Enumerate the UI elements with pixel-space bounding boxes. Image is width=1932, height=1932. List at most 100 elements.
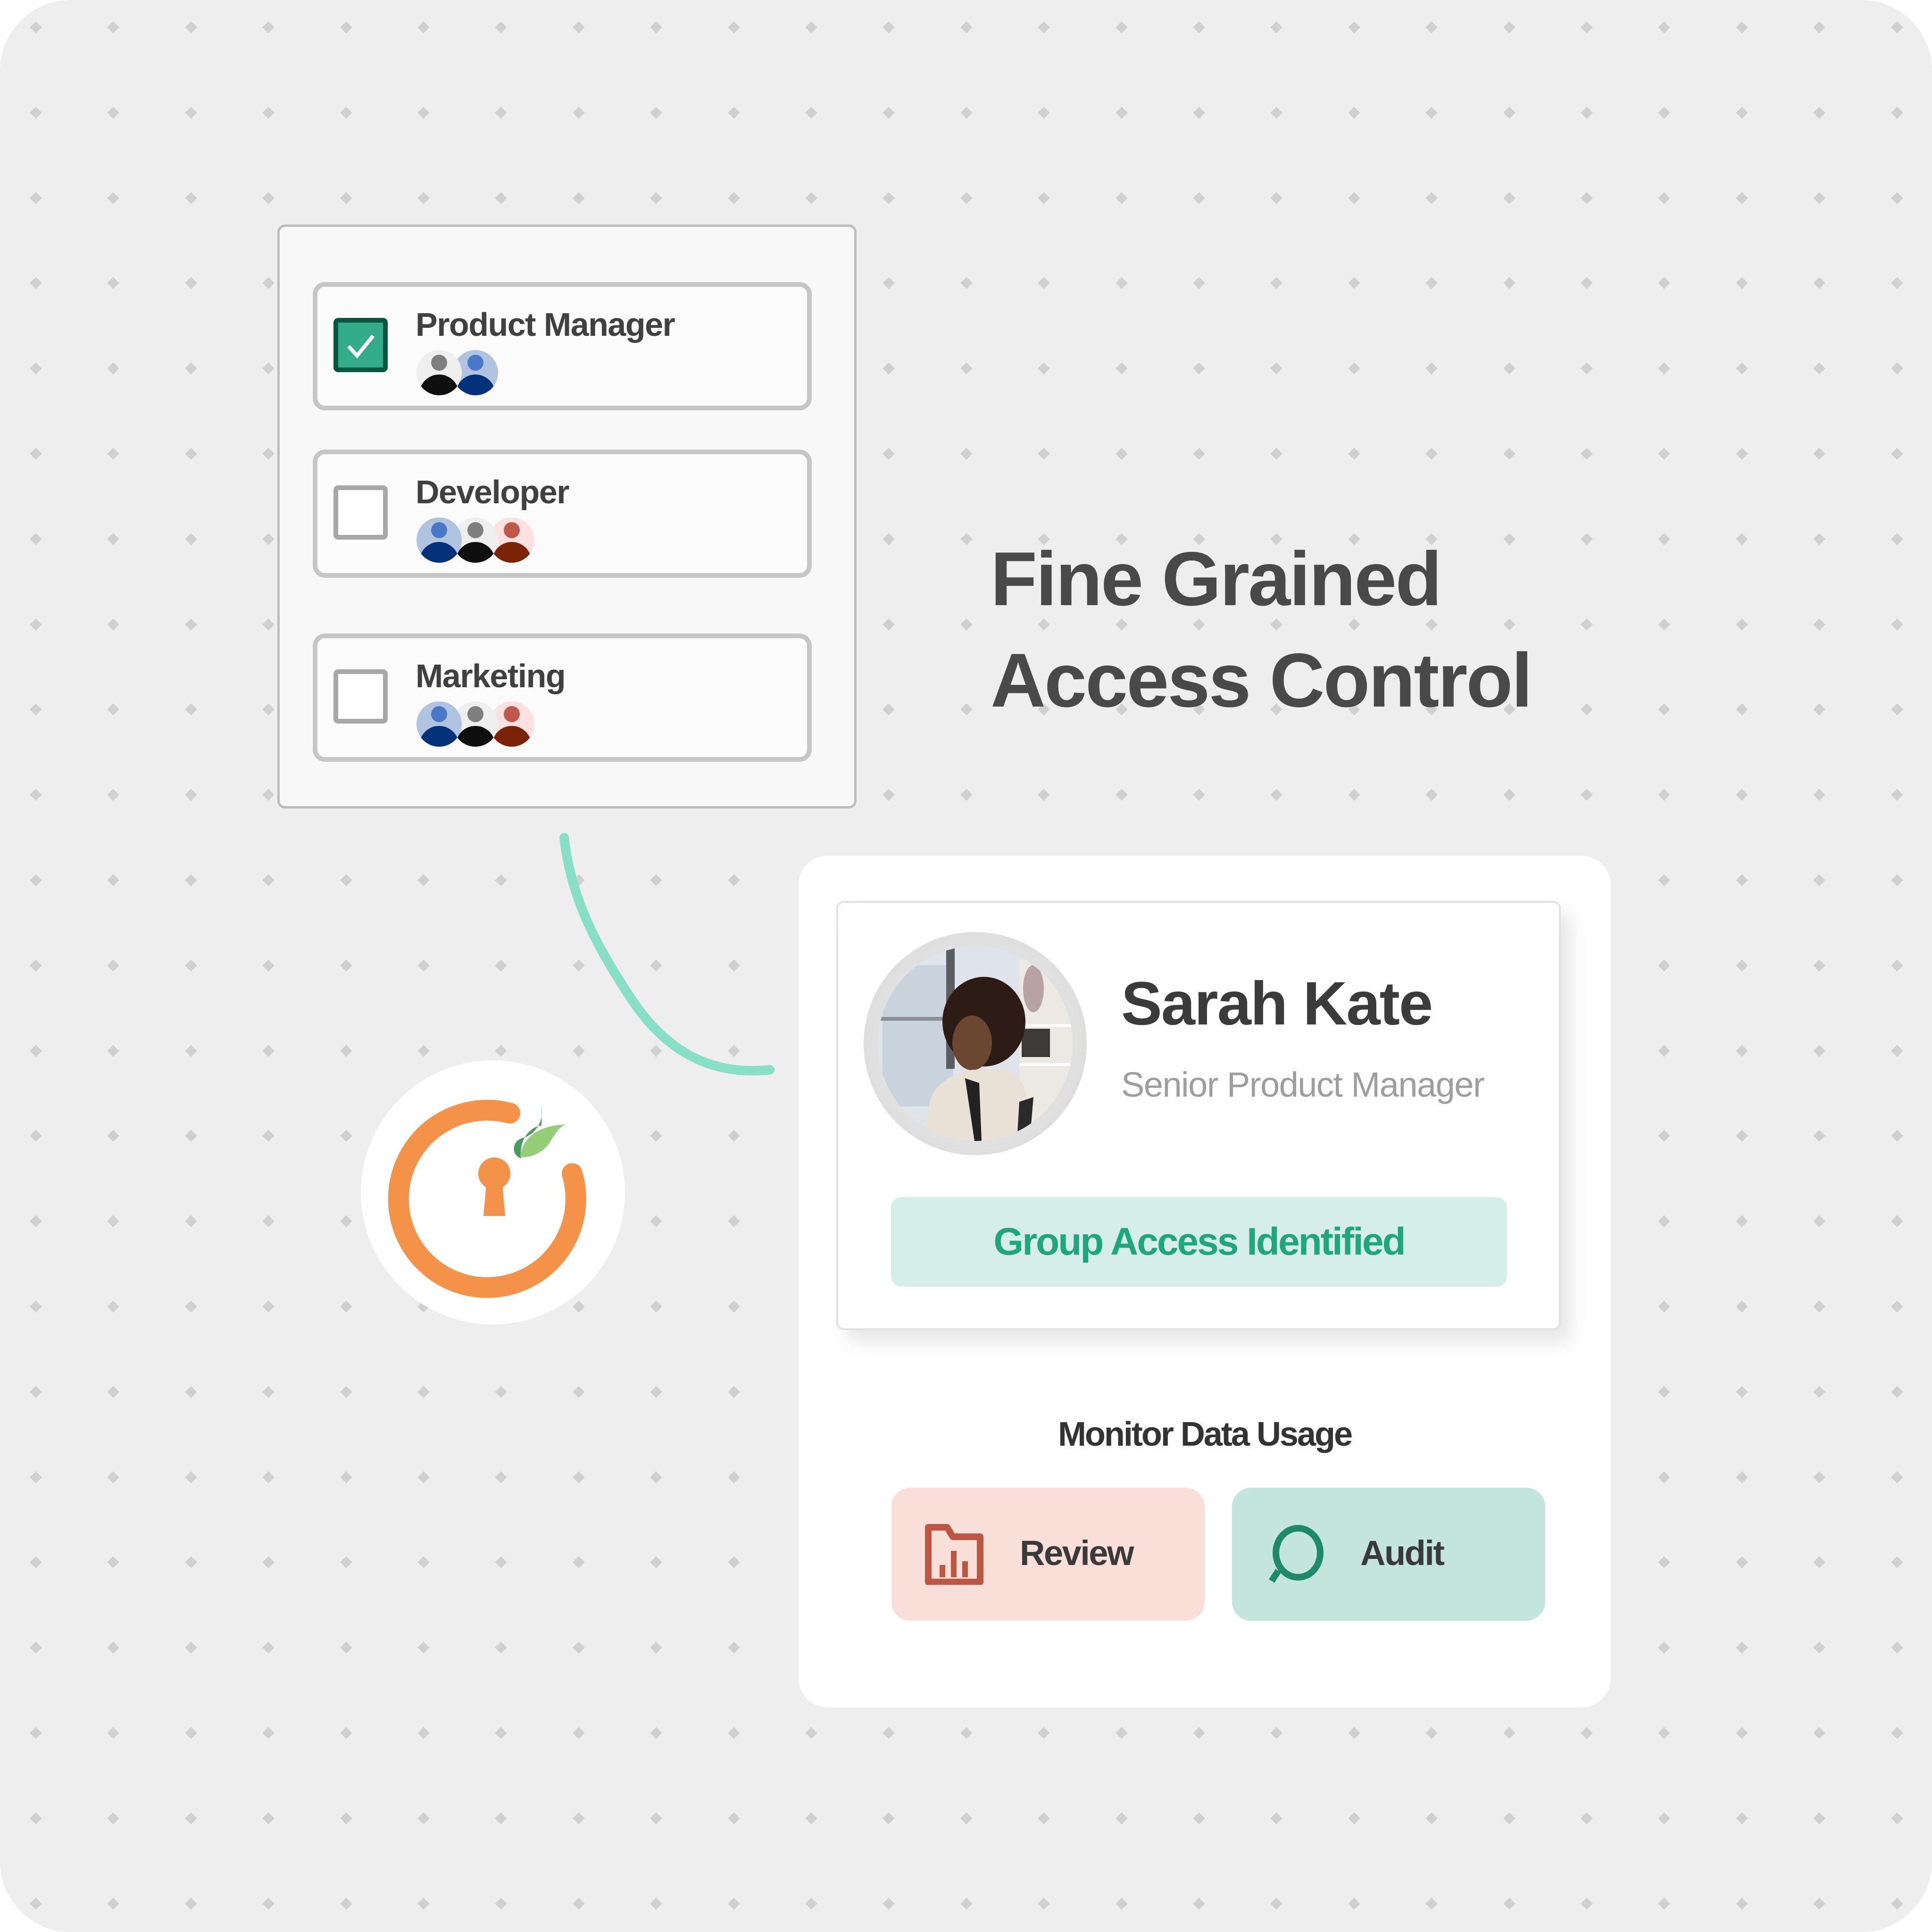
grid-dot (1503, 277, 1516, 290)
grid-dot (1890, 448, 1903, 460)
avatar (864, 932, 1087, 1155)
grid-dot (883, 362, 895, 375)
grid-dot (417, 192, 430, 204)
member-avatar-icon (416, 701, 462, 747)
grid-dot (1736, 959, 1748, 972)
grid-dot (30, 1044, 42, 1057)
grid-dot (650, 1300, 662, 1313)
grid-dot (1890, 1897, 1903, 1910)
grid-dot (495, 1556, 508, 1569)
grid-dot (1736, 192, 1748, 204)
grid-dot (1581, 1727, 1593, 1739)
grid-dot (495, 1812, 508, 1824)
grid-dot (1813, 362, 1825, 375)
grid-dot (262, 1300, 275, 1313)
grid-dot (1658, 448, 1671, 460)
grid-dot (727, 107, 740, 119)
grid-dot (262, 618, 275, 631)
grid-dot (417, 107, 430, 119)
grid-dot (1425, 362, 1438, 375)
grid-dot (340, 1471, 352, 1483)
hero-title: Fine Grained Access Control (991, 528, 1532, 731)
grid-dot (1658, 192, 1671, 204)
grid-dot (185, 618, 197, 631)
grid-dot (1115, 362, 1128, 375)
grid-dot (185, 107, 197, 119)
role-item-marketing[interactable]: Marketing (313, 633, 812, 762)
grid-dot (495, 107, 508, 119)
grid-dot (1115, 277, 1128, 290)
grid-dot (107, 703, 120, 716)
grid-dot (417, 1471, 430, 1483)
grid-dot (1658, 1386, 1671, 1398)
grid-dot (1581, 107, 1593, 119)
grid-dot (30, 959, 42, 972)
grid-dot (1581, 362, 1593, 375)
grid-dot (573, 1044, 585, 1057)
grid-dot (1115, 1727, 1128, 1739)
grid-dot (185, 1130, 197, 1142)
grid-dot (960, 1897, 973, 1910)
grid-dot (1736, 1556, 1748, 1569)
avatar-body (492, 726, 532, 747)
grid-dot (1425, 1897, 1438, 1910)
grid-dot (960, 362, 973, 375)
review-button[interactable]: Review (891, 1488, 1205, 1621)
person-photo-icon (878, 946, 1073, 1141)
grid-dot (1736, 874, 1748, 886)
grid-dot (727, 959, 740, 972)
grid-dot (107, 874, 120, 886)
grid-dot (883, 192, 895, 204)
grid-dot (107, 1641, 120, 1654)
grid-dot (1348, 448, 1360, 460)
audit-button[interactable]: Audit (1232, 1488, 1545, 1621)
role-item-developer[interactable]: Developer (313, 450, 812, 578)
grid-dot (883, 21, 895, 33)
grid-dot (185, 1386, 197, 1398)
grid-dot (495, 21, 508, 33)
grid-dot (883, 533, 895, 545)
grid-dot (1890, 703, 1903, 716)
grid-dot (573, 874, 585, 886)
role-checkbox-marketing[interactable] (333, 669, 388, 724)
grid-dot (1270, 1812, 1283, 1824)
grid-dot (960, 277, 973, 290)
grid-dot (185, 533, 197, 545)
grid-dot (417, 1727, 430, 1739)
grid-dot (1813, 533, 1825, 545)
grid-dot (1425, 107, 1438, 119)
member-avatar-icon (416, 517, 462, 563)
grid-dot (107, 1300, 120, 1313)
grid-dot (805, 21, 817, 33)
grid-dot (727, 1300, 740, 1313)
role-checkbox-product-manager[interactable] (333, 318, 388, 372)
grid-dot (1813, 1471, 1825, 1483)
role-checkbox-developer[interactable] (333, 485, 388, 540)
grid-dot (30, 1471, 42, 1483)
grid-dot (1736, 21, 1748, 33)
grid-dot (1581, 703, 1593, 716)
grid-dot (107, 107, 120, 119)
group-access-badge-text: Group Access Identified (993, 1220, 1406, 1263)
grid-dot (650, 1215, 662, 1227)
grid-dot (1736, 618, 1748, 631)
grid-dot (1890, 1641, 1903, 1654)
grid-dot (573, 107, 585, 119)
grid-dot (1890, 874, 1903, 886)
grid-dot (1890, 1130, 1903, 1142)
grid-dot (495, 192, 508, 204)
profile-photo (878, 946, 1073, 1141)
role-item-product-manager[interactable]: Product Manager (313, 282, 812, 410)
grid-dot (107, 1044, 120, 1057)
grid-dot (1503, 448, 1516, 460)
grid-dot (1270, 21, 1283, 33)
hero-title-line1: Fine Grained (991, 536, 1442, 622)
grid-dot (883, 789, 895, 801)
grid-dot (107, 533, 120, 545)
person-job-title: Senior Product Manager (1121, 1065, 1485, 1104)
grid-dot (1581, 21, 1593, 33)
grid-dot (883, 703, 895, 716)
avatar-head (431, 706, 447, 722)
canvas-background: Product Manager Developer Marketing Fine… (0, 0, 1932, 1932)
grid-dot (1581, 789, 1593, 801)
